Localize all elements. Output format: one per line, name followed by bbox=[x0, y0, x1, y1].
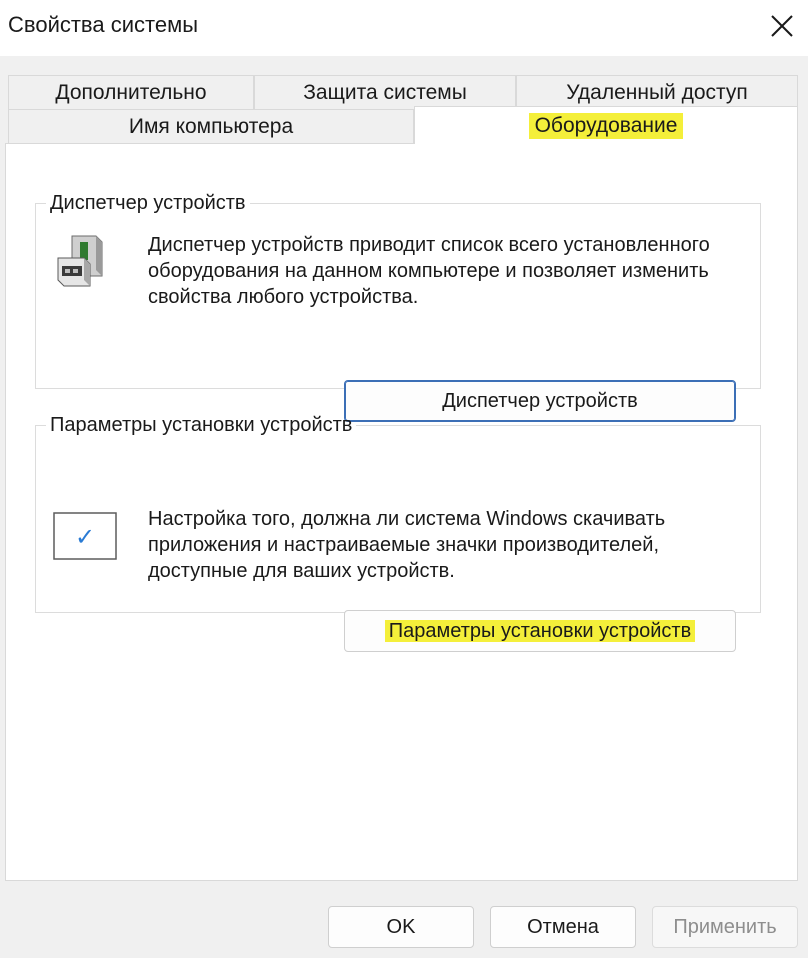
install-settings-button-label: Параметры установки устройств bbox=[384, 619, 696, 642]
close-icon bbox=[771, 15, 793, 37]
hardware-tab-panel: Диспетчер устройств Диспетчер устройств … bbox=[5, 143, 798, 881]
checkbox-icon: ✓ bbox=[53, 512, 117, 560]
tab-remote-access[interactable]: Удаленный доступ bbox=[516, 75, 798, 109]
tab-label: Защита системы bbox=[303, 81, 467, 104]
device-manager-icon bbox=[50, 232, 108, 290]
check-glyph: ✓ bbox=[75, 523, 95, 551]
device-manager-legend: Диспетчер устройств bbox=[50, 192, 246, 214]
tab-label: Оборудование bbox=[528, 113, 684, 139]
install-settings-description: Настройка того, должна ли система Window… bbox=[148, 508, 666, 582]
dialog-body: Дополнительно Защита системы Удаленный д… bbox=[0, 56, 808, 958]
cancel-button[interactable]: Отмена bbox=[490, 906, 636, 948]
window-title: Свойства системы bbox=[8, 12, 199, 37]
title-bar: Свойства системы bbox=[0, 0, 808, 56]
device-manager-description: Диспетчер устройств приводит список всег… bbox=[148, 234, 710, 308]
install-settings-button[interactable]: Параметры установки устройств bbox=[344, 610, 736, 652]
tab-advanced[interactable]: Дополнительно bbox=[8, 75, 254, 109]
tab-system-protection[interactable]: Защита системы bbox=[254, 75, 516, 109]
tab-computer-name[interactable]: Имя компьютера bbox=[8, 109, 414, 143]
tab-label: Дополнительно bbox=[55, 81, 207, 104]
tab-hardware[interactable]: Оборудование bbox=[414, 106, 798, 144]
tab-label: Удаленный доступ bbox=[566, 81, 748, 104]
close-button[interactable] bbox=[762, 6, 802, 46]
tab-label: Имя компьютера bbox=[128, 115, 294, 138]
apply-button[interactable]: Применить bbox=[652, 906, 798, 948]
ok-button[interactable]: OK bbox=[328, 906, 474, 948]
install-settings-legend: Параметры установки устройств bbox=[50, 414, 353, 436]
